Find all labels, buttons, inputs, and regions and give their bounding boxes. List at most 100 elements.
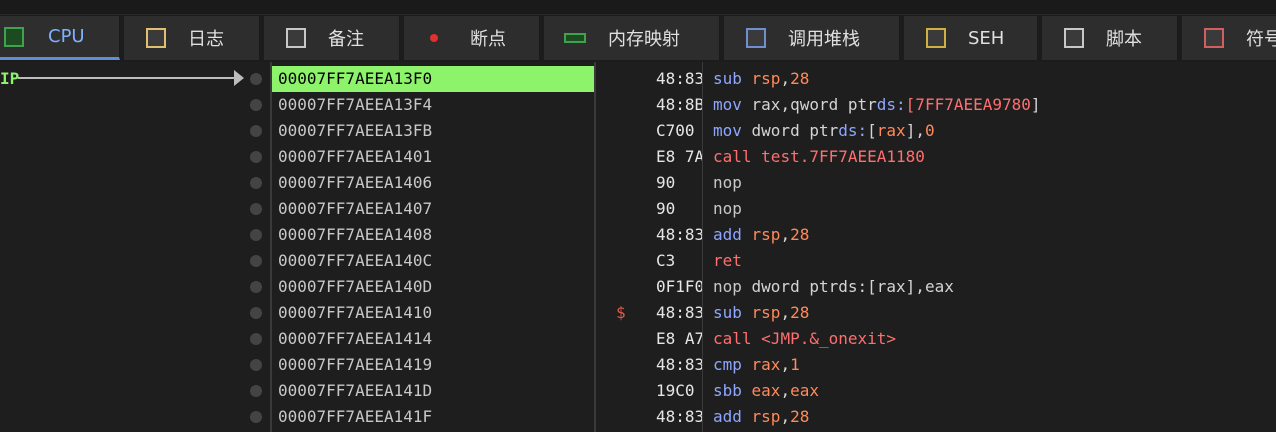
tab-label: 断点 [470, 29, 506, 50]
breakpoint-toggle-icon[interactable] [250, 307, 262, 319]
bytes-column[interactable]: 48:83 48:8B C700 E8 7A 90 90 48:83 C3 0F1F0 48:83… [596, 62, 702, 432]
operand: 0 [924, 121, 935, 140]
bytes-cell[interactable]: 90 [596, 196, 675, 222]
breakpoint-toggle-icon[interactable] [250, 229, 262, 241]
breakpoint-toggle-icon[interactable] [250, 177, 262, 189]
tab-symbols[interactable]: 符号 [1182, 16, 1276, 60]
operand: rsp [751, 225, 781, 244]
operand: rsp [751, 303, 781, 322]
instruction-cell[interactable]: cmp rax,1 [703, 352, 800, 378]
operand: ], [905, 121, 925, 140]
instruction-cell[interactable]: mov rax,qword ptrds:[7FF7AEEA9780] [703, 92, 1041, 118]
breakpoint-toggle-icon[interactable] [250, 125, 262, 137]
operand: ds: [876, 95, 906, 114]
tab-log[interactable]: 日志 [124, 16, 260, 60]
operand: , [780, 407, 791, 426]
bytes-cell[interactable]: E8 A7 [596, 326, 702, 352]
instruction-cell[interactable]: add rsp,28 [703, 404, 809, 430]
address-cell[interactable]: 00007FF7AEEA141F [272, 404, 594, 430]
breakpoint-toggle-icon[interactable] [250, 151, 262, 163]
bytes-cell[interactable]: 48:83 [596, 404, 702, 430]
address-cell[interactable]: 00007FF7AEEA1406 [272, 170, 594, 196]
address-cell[interactable]: 00007FF7AEEA140C [272, 248, 594, 274]
tab-label: 备注 [328, 29, 364, 50]
instruction-cell[interactable]: nop [703, 170, 742, 196]
address-cell[interactable]: 00007FF7AEEA1419 [272, 352, 594, 378]
rip-arrow-line [18, 77, 240, 79]
operand: [7FF7AEEA9780 [905, 95, 1031, 114]
bytes-cell[interactable]: 48:8B [596, 92, 702, 118]
tab-label: SEH [968, 27, 1005, 49]
operand: ds: [838, 121, 868, 140]
tab-notes[interactable]: 备注 [264, 16, 400, 60]
instruction-cell[interactable]: nop dword ptrds:[rax],eax [703, 274, 954, 300]
instruction-cell[interactable]: call <JMP.&_onexit> [703, 326, 896, 352]
tab-call-stack[interactable]: 调用堆栈 [724, 16, 900, 60]
operand: test.7FF7AEEA1180 [761, 147, 925, 166]
address-cell[interactable]: 00007FF7AEEA13F4 [272, 92, 594, 118]
tab-label: CPU [48, 26, 85, 47]
breakpoint-toggle-icon[interactable] [250, 385, 262, 397]
breakpoint-toggle-icon[interactable] [250, 99, 262, 111]
register-arrow-gutter [0, 62, 270, 432]
operand: rax [751, 95, 781, 114]
address-cell[interactable]: 00007FF7AEEA1414 [272, 326, 594, 352]
breakpoint-toggle-icon[interactable] [250, 255, 262, 267]
breakpoint-toggle-icon[interactable] [250, 73, 262, 85]
tab-label: 日志 [188, 29, 224, 50]
operand: [rax],eax [867, 277, 954, 296]
bytes-cell[interactable]: C700 [596, 118, 695, 144]
instruction-cell[interactable]: ret [703, 248, 742, 274]
instruction-cell[interactable]: sub rsp,28 [703, 66, 809, 92]
address-cell[interactable]: 00007FF7AEEA1408 [272, 222, 594, 248]
address-cell[interactable]: 00007FF7AEEA13F0 [272, 66, 594, 92]
address-cell[interactable]: 00007FF7AEEA141D [272, 378, 594, 404]
tab-bar-top-strip [0, 0, 1276, 15]
instruction-cell[interactable]: add rsp,28 [703, 222, 809, 248]
bytes-cell[interactable]: 0F1F0 [596, 274, 702, 300]
operand: 28 [790, 69, 810, 88]
instruction-cell[interactable]: call test.7FF7AEEA1180 [703, 144, 925, 170]
operand: [ [867, 121, 877, 140]
bytes-cell[interactable]: 48:83 [596, 222, 702, 248]
mnemonic: add [713, 407, 752, 426]
operand: 28 [790, 225, 810, 244]
breakpoint-toggle-icon[interactable] [250, 411, 262, 423]
instruction-cell[interactable]: nop [703, 196, 742, 222]
tab-script[interactable]: 脚本 [1042, 16, 1178, 60]
bytes-cell[interactable]: E8 7A [596, 144, 702, 170]
breakpoint-toggle-icon[interactable] [250, 333, 262, 345]
tab-memory-map[interactable]: 内存映射 [544, 16, 720, 60]
tab-label: 内存映射 [608, 29, 680, 50]
breakpoint-toggle-icon[interactable] [250, 281, 262, 293]
mnemonic: nop [713, 173, 742, 192]
bytes-cell[interactable]: 90 [596, 170, 675, 196]
tab-cpu[interactable]: CPU [0, 16, 120, 60]
breakpoint-toggle-icon[interactable] [250, 203, 262, 215]
disassembly-column[interactable]: sub rsp,28 mov rax,qword ptrds:[7FF7AEEA9… [703, 62, 1276, 432]
operand: , [780, 225, 791, 244]
tab-breakpoint[interactable]: 断点 [404, 16, 540, 60]
bytes-cell[interactable]: 48:83 [596, 300, 702, 326]
operand: 1 [790, 355, 800, 374]
instruction-cell[interactable]: sbb eax,eax [703, 378, 819, 404]
bytes-cell[interactable]: 19C0 [596, 378, 695, 404]
address-cell[interactable]: 00007FF7AEEA13FB [272, 118, 594, 144]
symbols-icon [1204, 28, 1224, 48]
address-cell[interactable]: 00007FF7AEEA1401 [272, 144, 594, 170]
tab-label: 调用堆栈 [788, 29, 860, 50]
mnemonic: mov [713, 95, 752, 114]
bytes-cell[interactable]: 48:83 [596, 66, 702, 92]
address-column[interactable]: 00007FF7AEEA13F0 00007FF7AEEA13F4 00007FF7… [272, 62, 594, 432]
operand: ,qword ptr [780, 95, 877, 114]
tab-seh[interactable]: SEH [904, 16, 1038, 60]
address-cell[interactable]: 00007FF7AEEA1407 [272, 196, 594, 222]
address-cell[interactable]: 00007FF7AEEA140D [272, 274, 594, 300]
address-cell[interactable]: 00007FF7AEEA1410 [272, 300, 594, 326]
bytes-cell[interactable]: 48:83 [596, 352, 702, 378]
bytes-cell[interactable]: C3 [596, 248, 675, 274]
instruction-cell[interactable]: mov dword ptrds:[rax],0 [703, 118, 935, 144]
instruction-cell[interactable]: sub rsp,28 [703, 300, 809, 326]
breakpoint-toggle-icon[interactable] [250, 359, 262, 371]
mnemonic: sub [713, 303, 752, 322]
